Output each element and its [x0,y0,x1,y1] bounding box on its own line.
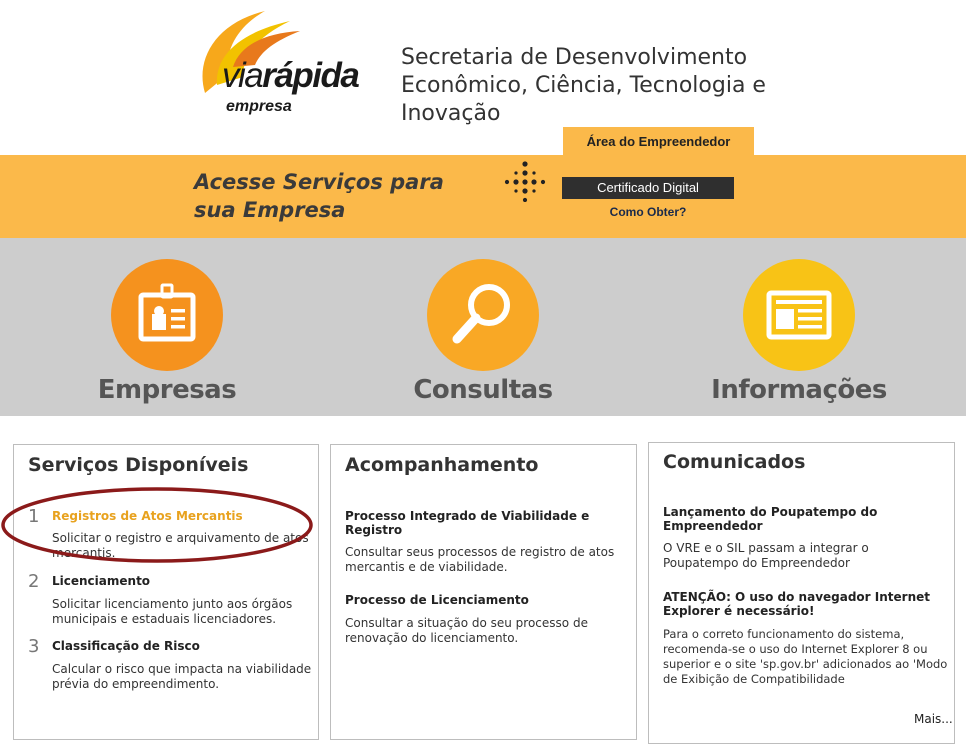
mais-link[interactable]: Mais... [914,712,953,726]
tab-area-do-empreendedor[interactable]: Área do Empreendedor [563,127,754,157]
informacoes-button[interactable] [743,259,855,371]
dots-arrow-icon [504,161,546,202]
comunicado-description: O VRE e o SIL passam a integrar o Poupat… [663,541,869,570]
informacoes-label[interactable]: Informações [679,375,919,405]
acompanhamento-title: Acompanhamento [345,454,539,476]
certificado-digital-button[interactable]: Certificado Digital [562,177,734,199]
service-licenciamento-link[interactable]: Licenciamento [52,574,150,588]
empresas-button[interactable] [111,259,223,371]
comunicado-title-link[interactable]: Lançamento do Poupatempo do Empreendedor [663,505,933,533]
service-description: Solicitar o registro e arquivamento de a… [52,531,309,560]
comunicado-title-link[interactable]: ATENÇÃO: O uso do navegador Internet Exp… [663,590,948,618]
access-services-band: Acesse Serviços para sua Empresa Certifi… [0,155,966,238]
band-title: Acesse Serviços para sua Empresa [194,170,444,222]
service-description: Calcular o risco que impacta na viabilid… [52,662,312,691]
comunicados-title: Comunicados [663,451,806,473]
logo-wordmark: viarápida [222,56,360,95]
processo-integrado-link[interactable]: Processo Integrado de Viabilidade e Regi… [345,509,615,537]
service-registros-link[interactable]: Registros de Atos Mercantis [52,509,243,523]
comunicados-panel: Comunicados Lançamento do Poupatempo do … [648,442,955,744]
servicos-title: Serviços Disponíveis [28,454,249,476]
secretaria-title: Secretaria de Desenvolvimento Econômico,… [401,45,766,126]
processo-integrado-description: Consultar seus processos de registro de … [345,545,615,574]
consultas-button[interactable] [427,259,539,371]
processo-licenciamento-description: Consultar a situação do seu processo de … [345,616,588,645]
logo-subtitle: empresa [226,98,292,115]
service-classificacao-risco-link[interactable]: Classificação de Risco [52,639,200,653]
consultas-label[interactable]: Consultas [363,375,603,405]
empresas-label[interactable]: Empresas [47,375,287,405]
magnifier-icon [452,284,510,344]
service-number: 2 [28,571,40,592]
service-number: 3 [28,636,40,657]
service-number: 1 [28,506,40,527]
comunicado-description: Para o correto funcionamento do sistema,… [663,627,948,686]
id-badge-icon [138,283,196,342]
categories-band: Empresas Consultas Informações [0,238,966,416]
processo-licenciamento-link[interactable]: Processo de Licenciamento [345,593,615,607]
newspaper-icon [766,290,832,340]
como-obter-link[interactable]: Como Obter? [562,205,734,219]
acompanhamento-panel: Acompanhamento Processo Integrado de Via… [330,444,637,740]
service-description: Solicitar licenciamento junto aos órgãos… [52,597,293,626]
site-header: viarápida empresa Secretaria de Desenvol… [0,0,966,157]
servicos-panel: Serviços Disponíveis 1 Registros de Atos… [13,444,319,740]
